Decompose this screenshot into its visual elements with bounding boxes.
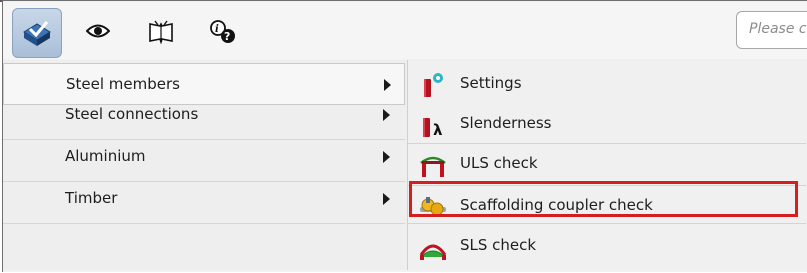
submenu-arrow-icon bbox=[383, 151, 390, 163]
submenu-item-settings[interactable]: Settings bbox=[408, 64, 806, 106]
structure-check-button[interactable] bbox=[12, 8, 62, 58]
highlight-annotation-box bbox=[409, 181, 798, 217]
submenu-item-label: Settings bbox=[460, 74, 522, 92]
menu-item-aluminium[interactable]: Aluminium bbox=[3, 136, 405, 178]
steel-members-submenu: Settings λ Slenderness ULS check Scaffol… bbox=[407, 60, 807, 270]
structure-check-icon bbox=[23, 21, 51, 46]
check-category-menu: Steel members Steel connections Aluminiu… bbox=[3, 60, 407, 270]
settings-member-icon bbox=[424, 73, 443, 97]
info-search-icon: i ? bbox=[210, 20, 235, 43]
submenu-item-slenderness[interactable]: λ Slenderness bbox=[408, 104, 806, 146]
menu-item-label: Timber bbox=[65, 189, 118, 207]
submenu-item-label: ULS check bbox=[460, 154, 538, 172]
submenu-arrow-icon bbox=[383, 109, 390, 121]
menu-item-label: Steel connections bbox=[65, 105, 199, 123]
eye-icon bbox=[86, 24, 110, 38]
book-button[interactable] bbox=[145, 15, 177, 47]
open-book-icon bbox=[149, 20, 173, 44]
svg-text:?: ? bbox=[224, 30, 230, 43]
sls-deflection-icon bbox=[419, 244, 447, 260]
eye-button[interactable] bbox=[82, 15, 114, 47]
menu-item-steel-connections[interactable]: Steel connections bbox=[3, 94, 405, 136]
submenu-item-label: SLS check bbox=[460, 236, 537, 254]
toolbar: i ? Please ci bbox=[3, 3, 807, 59]
submenu-arrow-icon bbox=[384, 79, 391, 91]
menu-item-label: Steel members bbox=[66, 75, 180, 93]
submenu-divider bbox=[408, 223, 806, 224]
menu-item-timber[interactable]: Timber bbox=[3, 178, 405, 220]
menu-divider bbox=[3, 223, 405, 224]
menu-item-label: Aluminium bbox=[65, 147, 146, 165]
info-search-button[interactable]: i ? bbox=[206, 15, 238, 47]
submenu-arrow-icon bbox=[383, 193, 390, 205]
svg-text:λ: λ bbox=[433, 121, 443, 139]
svg-text:i: i bbox=[215, 24, 219, 35]
search-input[interactable]: Please ci bbox=[736, 11, 807, 49]
uls-frame-icon bbox=[420, 156, 446, 177]
submenu-item-label: Slenderness bbox=[460, 114, 552, 132]
slenderness-lambda-icon: λ bbox=[423, 118, 443, 139]
submenu-item-uls-check[interactable]: ULS check bbox=[408, 144, 806, 186]
submenu-item-sls-check[interactable]: SLS check bbox=[408, 226, 806, 268]
